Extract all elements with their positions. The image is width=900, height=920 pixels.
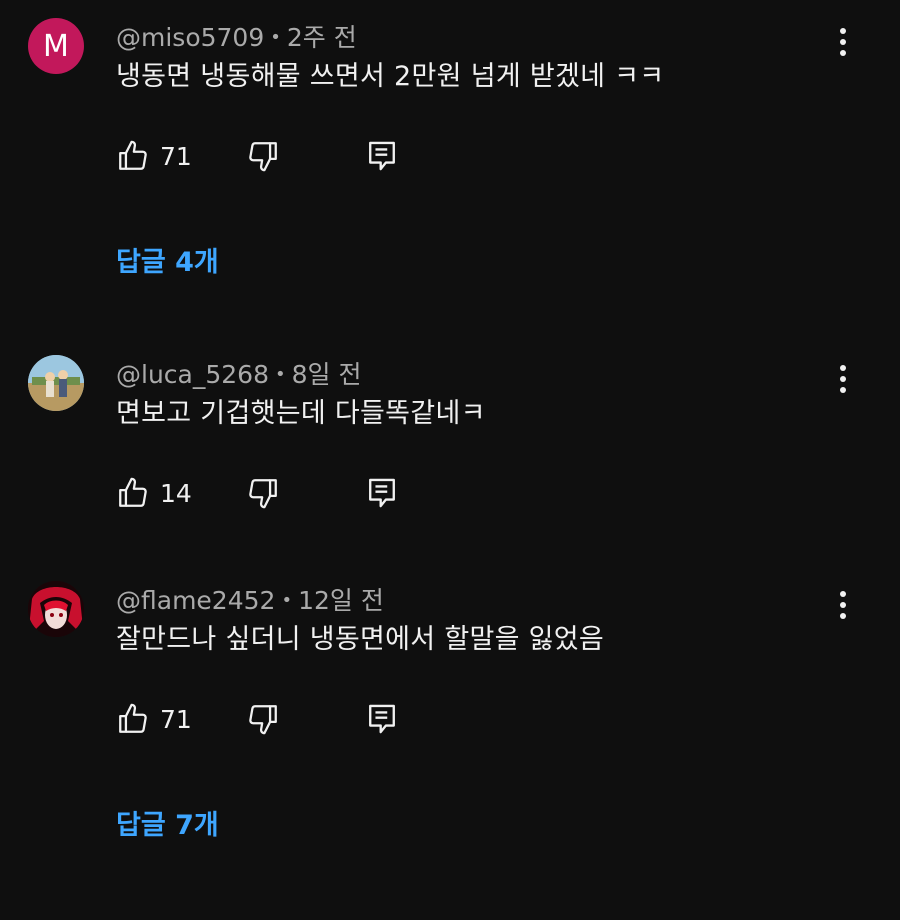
comment-text: 잘만드나 싶더니 냉동면에서 할말을 잃었음 (116, 624, 605, 655)
more-options-button[interactable] (828, 585, 858, 625)
like-button[interactable]: 14 (116, 473, 192, 513)
avatar-image (28, 355, 84, 411)
avatar[interactable] (28, 355, 84, 411)
meta-separator: • (270, 27, 281, 48)
comment-actions: 14 (116, 473, 416, 513)
view-replies-link[interactable]: 답글 4개 (116, 240, 219, 279)
thumb-up-icon (119, 477, 147, 507)
reply-button[interactable] (366, 699, 398, 739)
thumb-up-icon (119, 140, 147, 170)
more-options-button[interactable] (828, 359, 858, 399)
like-count: 14 (160, 478, 192, 508)
comment-reply-icon (369, 141, 395, 171)
dislike-button[interactable] (246, 136, 280, 176)
avatar[interactable] (28, 581, 84, 637)
comment-author[interactable]: @luca_5268 (116, 360, 269, 389)
more-vertical-icon (840, 591, 846, 597)
comment-meta: @luca_5268 • 8일 전 (116, 355, 361, 391)
reply-button[interactable] (366, 136, 398, 176)
meta-separator: • (281, 590, 293, 611)
comment-text: 면보고 기겁햇는데 다들똑같네ㅋ (116, 398, 486, 429)
dislike-button[interactable] (246, 473, 280, 513)
thumb-down-icon (249, 479, 277, 509)
like-count: 71 (160, 141, 192, 171)
like-button[interactable]: 71 (116, 136, 192, 176)
avatar-letter: M (43, 28, 69, 64)
thumb-down-icon (249, 705, 277, 735)
avatar-image (28, 581, 84, 637)
comment-author[interactable]: @miso5709 (116, 23, 264, 52)
thumb-down-icon (249, 142, 277, 172)
meta-separator: • (274, 364, 286, 385)
comment-reply-icon (369, 478, 395, 508)
comment-meta: @flame2452 • 12일 전 (116, 581, 384, 617)
view-replies-link[interactable]: 답글 7개 (116, 803, 219, 842)
comment-text: 냉동면 냉동해물 쓰면서 2만원 넘게 받겠네 ㅋㅋ (116, 61, 665, 92)
like-count: 71 (160, 704, 192, 734)
comment-time[interactable]: 8일 전 (292, 360, 362, 389)
comment-time[interactable]: 12일 전 (298, 586, 384, 615)
thumb-up-icon (119, 703, 147, 733)
comment-actions: 71 (116, 699, 416, 739)
comment-reply-icon (369, 704, 395, 734)
dislike-button[interactable] (246, 699, 280, 739)
reply-button[interactable] (366, 473, 398, 513)
more-vertical-icon (840, 365, 846, 371)
comment-time[interactable]: 2주 전 (287, 23, 357, 52)
avatar[interactable]: M (28, 18, 84, 74)
comment-actions: 71 (116, 136, 416, 176)
more-vertical-icon (840, 28, 846, 34)
comment-meta: @miso5709 • 2주 전 (116, 18, 357, 54)
more-options-button[interactable] (828, 22, 858, 62)
like-button[interactable]: 71 (116, 699, 192, 739)
comment-author[interactable]: @flame2452 (116, 586, 275, 615)
